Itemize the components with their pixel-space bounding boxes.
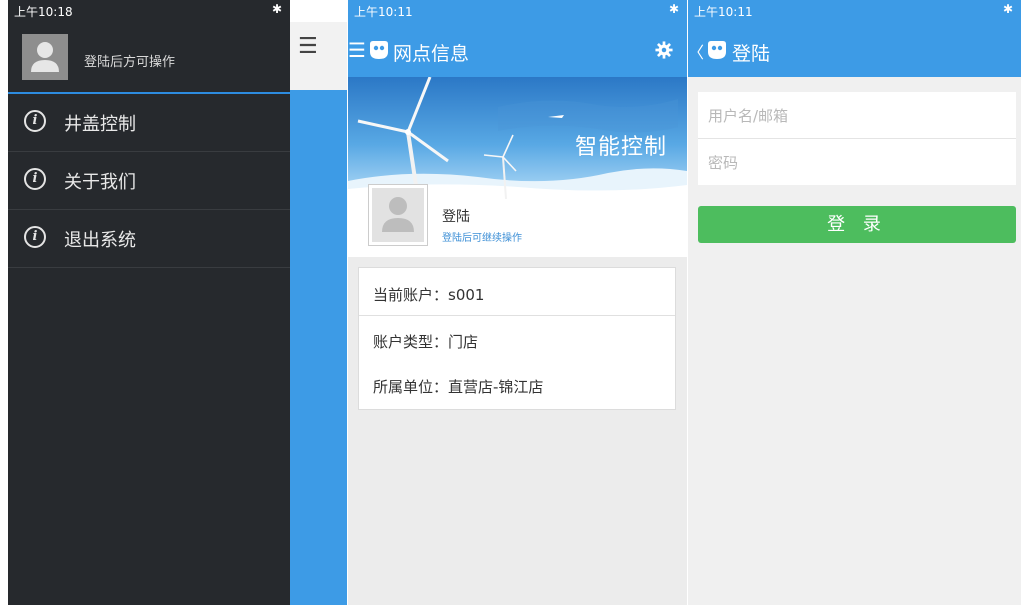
- banner-text: 智能控制: [574, 135, 667, 160]
- navigation-drawer: 上午10:18 ✱ 登陆后方可操作 i 井盖控制 i 关于我们 i 退出系统: [8, 0, 290, 605]
- status-bar: 上午10:18 ✱: [8, 0, 290, 22]
- account-info-card: 当前账户：s001 账户类型：门店 所属单位：直营店-锦江店: [358, 267, 676, 410]
- login-screen: 上午10:11 ✱ 〈 登陆 用户名/邮箱 密码 登 录: [688, 0, 1021, 605]
- banner-image: 智能控制: [348, 77, 687, 199]
- status-bar: 上午10:11 ✱: [688, 0, 1021, 22]
- profile-label: 登陆后方可操作: [84, 55, 176, 70]
- title-bar: 〈 登陆: [688, 30, 1021, 70]
- outlet-info-screen: 上午10:11 ✱ ☰ 网点信息 智能控制 登陆 登陆后可继续操作 当前账户：s…: [348, 0, 687, 605]
- drawer-item-label: 退出系统: [64, 230, 136, 251]
- title-bar: ☰ 网点信息: [348, 30, 687, 70]
- status-icons: ✱: [668, 2, 679, 16]
- drawer-item-manhole-control[interactable]: i 井盖控制: [8, 94, 290, 152]
- status-icons: ✱: [1002, 2, 1013, 16]
- app-header: 上午10:11 ✱ ☰ 网点信息: [348, 0, 687, 77]
- background-content: ☰: [290, 0, 347, 605]
- status-bar: 上午10:11 ✱: [348, 0, 687, 22]
- status-time: 上午10:11: [694, 5, 753, 19]
- status-icons: ✱: [271, 2, 282, 16]
- login-title[interactable]: 登陆: [442, 206, 470, 226]
- page-title: 登陆: [732, 43, 771, 65]
- app-logo-icon: [370, 41, 388, 59]
- login-button[interactable]: 登 录: [698, 206, 1016, 243]
- info-icon: i: [24, 168, 46, 190]
- app-header: 上午10:11 ✱ 〈 登陆: [688, 0, 1021, 77]
- drawer-item-about-us[interactable]: i 关于我们: [8, 152, 290, 210]
- drawer-item-label: 关于我们: [64, 172, 136, 193]
- drawer-item-label: 井盖控制: [64, 114, 136, 135]
- settings-gear-icon[interactable]: [655, 41, 673, 59]
- back-arrow-icon[interactable]: 〈: [688, 39, 704, 63]
- affiliated-unit-row: 所属单位：直营店-锦江店: [373, 378, 544, 396]
- page-title: 网点信息: [393, 43, 470, 65]
- login-subtitle: 登陆后可继续操作: [442, 233, 522, 244]
- status-time: 上午10:11: [354, 5, 413, 19]
- current-account-row: 当前账户：s001: [373, 286, 485, 304]
- account-type-row: 账户类型：门店: [373, 333, 479, 351]
- avatar[interactable]: [368, 184, 428, 246]
- hamburger-menu-icon[interactable]: ☰: [298, 34, 318, 59]
- avatar: [22, 34, 68, 80]
- user-silhouette-icon: [31, 42, 59, 72]
- status-time: 上午10:18: [14, 5, 73, 19]
- info-icon: i: [24, 226, 46, 248]
- drawer-item-logout[interactable]: i 退出系统: [8, 210, 290, 268]
- info-icon: i: [24, 110, 46, 132]
- password-placeholder: 密码: [708, 154, 739, 172]
- drawer-profile[interactable]: 登陆后方可操作: [8, 22, 290, 92]
- drawer-screen: ☰ 上午10:18 ✱ 登陆后方可操作 i 井盖控制 i 关于我们 i 退出系统: [8, 0, 347, 605]
- password-field[interactable]: 密码: [698, 139, 1016, 185]
- hamburger-menu-icon[interactable]: ☰: [348, 38, 366, 62]
- divider: [359, 315, 675, 316]
- app-logo-icon: [708, 41, 726, 59]
- username-placeholder: 用户名/邮箱: [708, 107, 789, 125]
- user-silhouette-icon: [382, 197, 414, 232]
- username-field[interactable]: 用户名/邮箱: [698, 92, 1016, 138]
